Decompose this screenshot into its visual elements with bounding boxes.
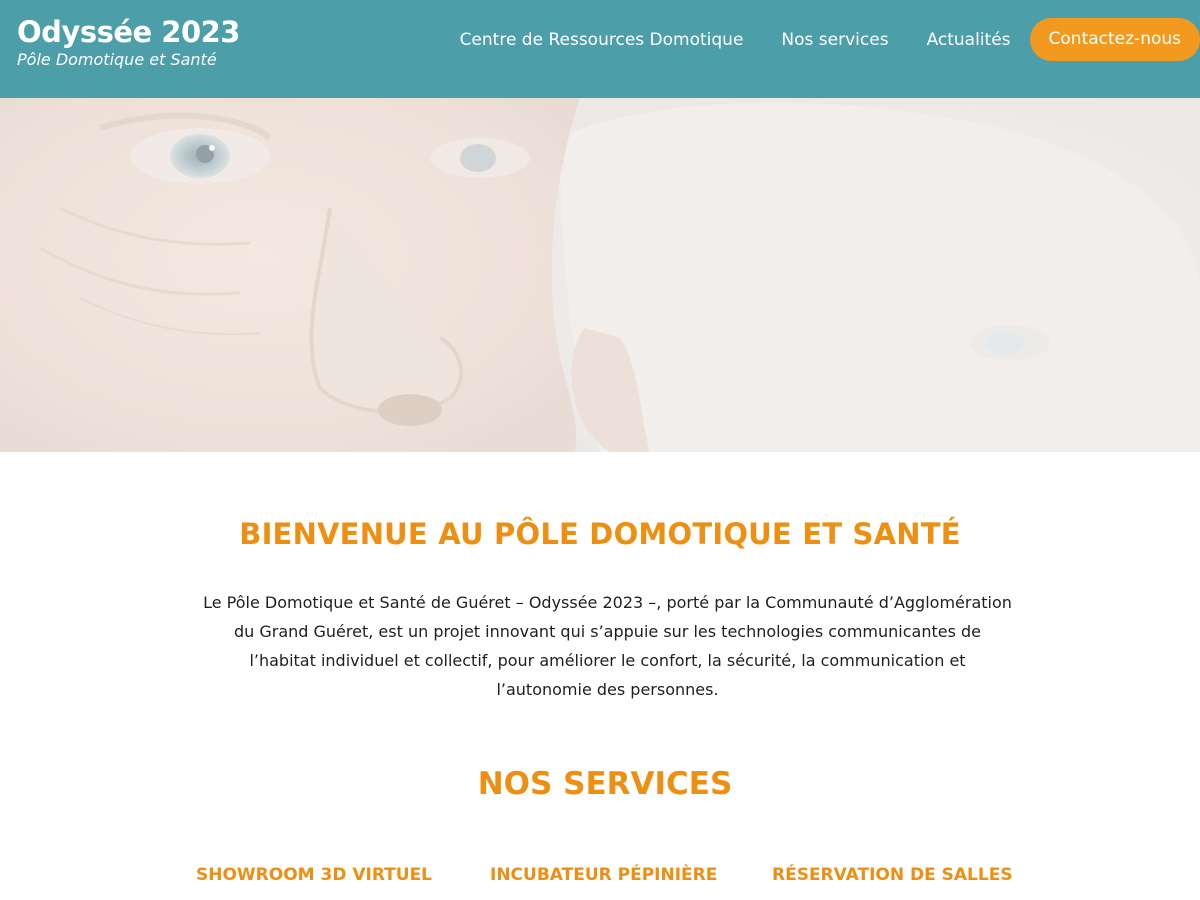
nav-item-actualites[interactable]: Actualités <box>927 30 1011 50</box>
nav-item-centre-ressources[interactable]: Centre de Ressources Domotique <box>460 30 744 50</box>
services-list: SHOWROOM 3D VIRTUEL INCUBATEUR PÉPINIÈRE… <box>0 860 1200 890</box>
brand-title[interactable]: Odyssée 2023 <box>17 14 240 50</box>
services-title: NOS SERVICES <box>477 766 733 802</box>
service-reservation-salles[interactable]: RÉSERVATION DE SALLES <box>772 860 1013 890</box>
hero-overlay <box>0 98 1200 452</box>
service-incubateur[interactable]: INCUBATEUR PÉPINIÈRE <box>490 860 717 890</box>
hero-image <box>0 98 1200 452</box>
welcome-paragraph: Le Pôle Domotique et Santé de Guéret – O… <box>203 593 1012 699</box>
contact-button[interactable]: Contactez-nous <box>1029 18 1200 61</box>
service-showroom-3d[interactable]: SHOWROOM 3D VIRTUEL <box>196 860 432 890</box>
brand[interactable]: Odyssée 2023 Pôle Domotique et Santé <box>17 14 240 70</box>
nav-item-nos-services[interactable]: Nos services <box>781 30 888 50</box>
welcome-title: BIENVENUE AU PÔLE DOMOTIQUE ET SANTÉ <box>239 517 961 551</box>
site-header: Odyssée 2023 Pôle Domotique et Santé Cen… <box>0 0 1200 98</box>
brand-subtitle: Pôle Domotique et Santé <box>17 50 217 69</box>
main-nav: Centre de Ressources Domotique Nos servi… <box>460 18 1200 61</box>
